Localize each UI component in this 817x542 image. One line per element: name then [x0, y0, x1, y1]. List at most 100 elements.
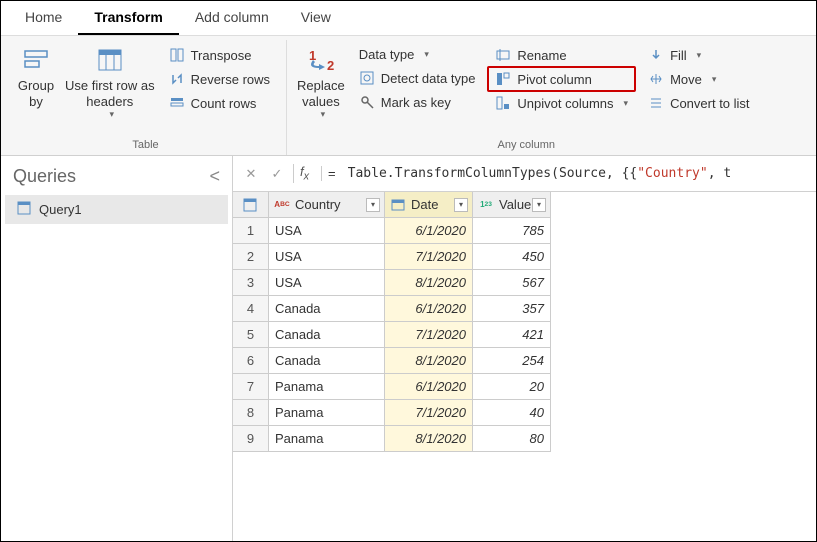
column-header-country[interactable]: ABC Country ▾: [269, 192, 385, 218]
cell-date[interactable]: 7/1/2020: [385, 244, 473, 270]
cell-value[interactable]: 785: [473, 218, 551, 244]
chevron-down-icon: ▾: [321, 109, 326, 120]
group-by-button[interactable]: Group by: [11, 42, 61, 109]
formula-commit-button[interactable]: ✓: [267, 164, 287, 184]
cell-country[interactable]: Canada: [269, 296, 385, 322]
cell-date[interactable]: 8/1/2020: [385, 426, 473, 452]
row-number[interactable]: 8: [233, 400, 269, 426]
date-type-icon: [389, 198, 407, 212]
reverse-rows-label: Reverse rows: [191, 72, 270, 87]
tab-view[interactable]: View: [285, 1, 347, 35]
replace-values-button[interactable]: 12 Replace values ▾: [293, 42, 349, 120]
row-number[interactable]: 1: [233, 218, 269, 244]
column-header-date[interactable]: Date ▾: [385, 192, 473, 218]
tab-add-column[interactable]: Add column: [179, 1, 285, 35]
row-number[interactable]: 2: [233, 244, 269, 270]
cell-value[interactable]: 20: [473, 374, 551, 400]
cell-date[interactable]: 6/1/2020: [385, 374, 473, 400]
count-rows-button[interactable]: Count rows: [163, 92, 276, 114]
reverse-rows-icon: [169, 71, 185, 87]
cell-value[interactable]: 80: [473, 426, 551, 452]
tab-home[interactable]: Home: [9, 1, 78, 35]
fill-button[interactable]: Fill ▾: [642, 44, 755, 66]
table-row[interactable]: 7Panama6/1/202020: [233, 374, 816, 400]
column-filter-button[interactable]: ▾: [366, 198, 380, 212]
detect-data-type-button[interactable]: Detect data type: [353, 67, 482, 89]
row-number[interactable]: 4: [233, 296, 269, 322]
chevron-down-icon: ▾: [697, 50, 702, 61]
table-row[interactable]: 3USA8/1/2020567: [233, 270, 816, 296]
move-icon: [648, 71, 664, 87]
chevron-down-icon: ▾: [712, 74, 717, 85]
grid-corner[interactable]: [233, 192, 269, 218]
cell-value[interactable]: 357: [473, 296, 551, 322]
cell-date[interactable]: 6/1/2020: [385, 296, 473, 322]
table-row[interactable]: 5Canada7/1/2020421: [233, 322, 816, 348]
move-label: Move: [670, 72, 702, 87]
cell-date[interactable]: 6/1/2020: [385, 218, 473, 244]
cell-country[interactable]: Panama: [269, 374, 385, 400]
unpivot-columns-button[interactable]: Unpivot columns ▾: [489, 92, 634, 114]
cell-value[interactable]: 254: [473, 348, 551, 374]
cell-date[interactable]: 8/1/2020: [385, 348, 473, 374]
first-row-headers-button[interactable]: Use first row as headers ▾: [61, 42, 159, 120]
row-number[interactable]: 3: [233, 270, 269, 296]
fill-icon: [648, 47, 664, 63]
cell-value[interactable]: 567: [473, 270, 551, 296]
move-button[interactable]: Move ▾: [642, 68, 755, 90]
data-type-label: Data type: [359, 47, 415, 62]
pivot-icon: [495, 71, 511, 87]
rename-button[interactable]: Rename: [489, 44, 634, 66]
cell-country[interactable]: Canada: [269, 348, 385, 374]
formula-input[interactable]: Table.TransformColumnTypes(Source, {{"Co…: [348, 166, 732, 181]
convert-to-list-label: Convert to list: [670, 96, 749, 111]
column-filter-button[interactable]: ▾: [532, 198, 546, 212]
unpivot-label: Unpivot columns: [517, 96, 613, 111]
query-item[interactable]: Query1: [5, 195, 228, 224]
transpose-label: Transpose: [191, 48, 252, 63]
row-number[interactable]: 7: [233, 374, 269, 400]
cell-country[interactable]: Canada: [269, 322, 385, 348]
row-number[interactable]: 9: [233, 426, 269, 452]
cell-country[interactable]: Panama: [269, 426, 385, 452]
cell-value[interactable]: 421: [473, 322, 551, 348]
table-row[interactable]: 9Panama8/1/202080: [233, 426, 816, 452]
table-row[interactable]: 1USA6/1/2020785: [233, 218, 816, 244]
cell-value[interactable]: 450: [473, 244, 551, 270]
table-row[interactable]: 6Canada8/1/2020254: [233, 348, 816, 374]
cell-country[interactable]: USA: [269, 244, 385, 270]
number-type-icon: 123: [477, 198, 495, 212]
formula-cancel-button[interactable]: ✕: [241, 164, 261, 184]
convert-to-list-button[interactable]: Convert to list: [642, 92, 755, 114]
row-number[interactable]: 5: [233, 322, 269, 348]
chevron-down-icon: ▾: [110, 109, 115, 120]
data-type-button[interactable]: Data type ▾: [353, 44, 482, 65]
row-number[interactable]: 6: [233, 348, 269, 374]
fill-label: Fill: [670, 48, 687, 63]
table-row[interactable]: 8Panama7/1/202040: [233, 400, 816, 426]
cell-country[interactable]: Panama: [269, 400, 385, 426]
tab-transform[interactable]: Transform: [78, 1, 178, 35]
mark-as-key-button[interactable]: Mark as key: [353, 91, 482, 113]
cell-date[interactable]: 7/1/2020: [385, 400, 473, 426]
text-type-icon: ABC: [273, 198, 291, 212]
cell-country[interactable]: USA: [269, 218, 385, 244]
table-row[interactable]: 2USA7/1/2020450: [233, 244, 816, 270]
cell-value[interactable]: 40: [473, 400, 551, 426]
pivot-column-button[interactable]: Pivot column: [487, 66, 636, 92]
cell-country[interactable]: USA: [269, 270, 385, 296]
queries-title: Queries: [13, 166, 76, 187]
ribbon-group-table-title: Table: [11, 137, 280, 155]
column-header-value[interactable]: 123 Value ▾: [473, 192, 551, 218]
cell-date[interactable]: 7/1/2020: [385, 322, 473, 348]
collapse-sidebar-button[interactable]: <: [209, 166, 220, 187]
reverse-rows-button[interactable]: Reverse rows: [163, 68, 276, 90]
column-filter-button[interactable]: ▾: [454, 198, 468, 212]
cell-date[interactable]: 8/1/2020: [385, 270, 473, 296]
transpose-button[interactable]: Transpose: [163, 44, 276, 66]
table-row[interactable]: 4Canada6/1/2020357: [233, 296, 816, 322]
detect-icon: [359, 70, 375, 86]
detect-label: Detect data type: [381, 71, 476, 86]
replace-values-icon: 12: [304, 46, 338, 74]
table-headers-icon: [96, 46, 124, 74]
